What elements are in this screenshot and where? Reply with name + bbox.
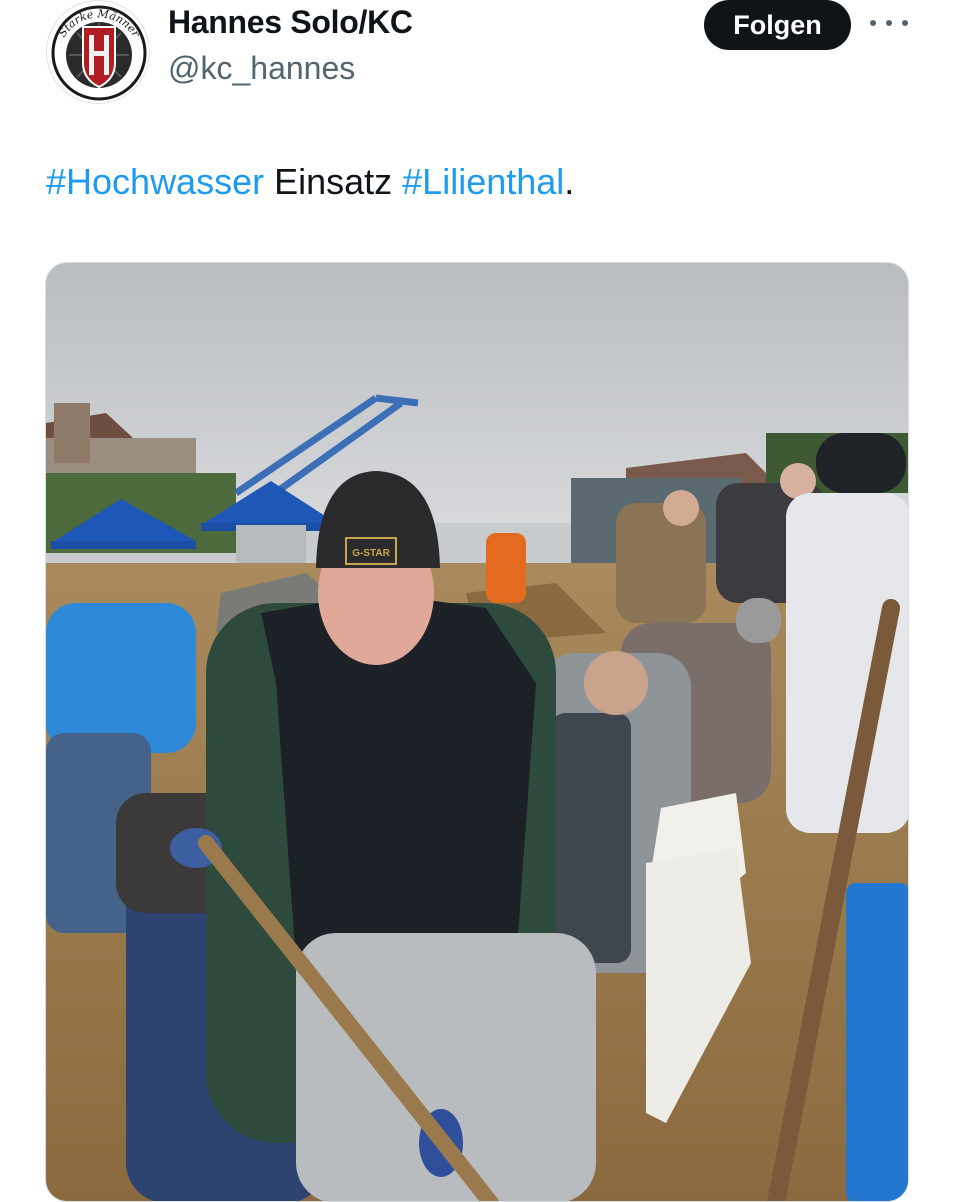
hashtag-lilienthal[interactable]: #Lilienthal (402, 161, 564, 202)
beanie-label: G-STAR (352, 548, 390, 559)
more-options-button[interactable] (866, 8, 912, 38)
shield-logo-icon: Starke Männer (49, 3, 149, 103)
tweet-text-segment: Einsatz (264, 161, 403, 202)
tweet-text: #Hochwasser Einsatz #Lilienthal. (46, 160, 574, 204)
more-dots-icon-dot (902, 20, 908, 26)
tweet-text-punctuation: . (564, 161, 575, 202)
avatar[interactable]: Starke Männer (46, 0, 150, 104)
follow-button[interactable]: Folgen (704, 0, 851, 50)
more-dots-icon (870, 20, 876, 26)
user-handle[interactable]: @kc_hannes (168, 50, 355, 87)
photo-scene: G-STAR (46, 263, 908, 1201)
more-dots-icon-dot (886, 20, 892, 26)
display-name[interactable]: Hannes Solo/KC (168, 4, 413, 41)
tweet-photo[interactable]: G-STAR (45, 262, 909, 1202)
hashtag-hochwasser[interactable]: #Hochwasser (46, 161, 264, 202)
